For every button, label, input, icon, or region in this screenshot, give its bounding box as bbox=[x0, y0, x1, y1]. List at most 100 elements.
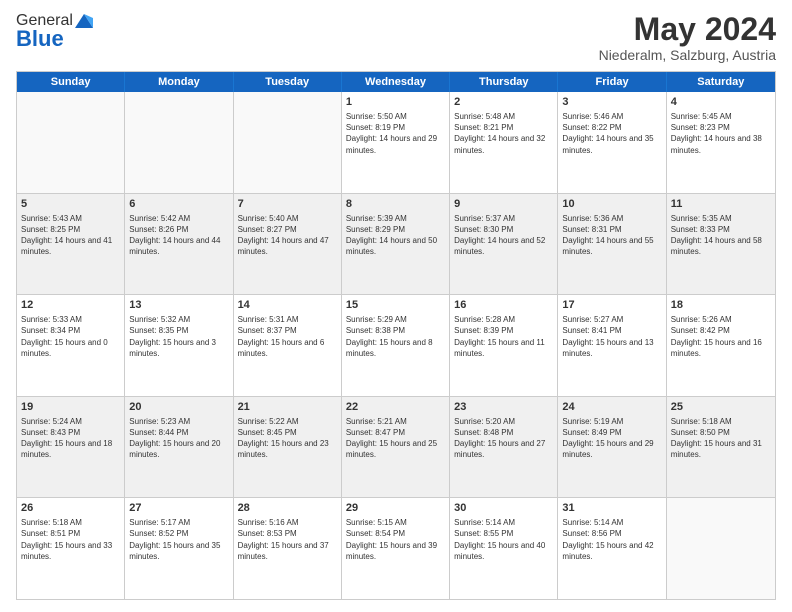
month-title: May 2024 bbox=[599, 12, 776, 47]
cell-info: Sunrise: 5:45 AMSunset: 8:23 PMDaylight:… bbox=[671, 111, 771, 156]
cell-info: Sunrise: 5:21 AMSunset: 8:47 PMDaylight:… bbox=[346, 416, 445, 461]
day-header-wednesday: Wednesday bbox=[342, 72, 450, 92]
calendar-cell: 4Sunrise: 5:45 AMSunset: 8:23 PMDaylight… bbox=[667, 92, 775, 193]
calendar-row: 12Sunrise: 5:33 AMSunset: 8:34 PMDayligh… bbox=[17, 294, 775, 396]
calendar-cell: 28Sunrise: 5:16 AMSunset: 8:53 PMDayligh… bbox=[234, 498, 342, 599]
cell-info: Sunrise: 5:35 AMSunset: 8:33 PMDaylight:… bbox=[671, 213, 771, 258]
cell-info: Sunrise: 5:46 AMSunset: 8:22 PMDaylight:… bbox=[562, 111, 661, 156]
cell-info: Sunrise: 5:36 AMSunset: 8:31 PMDaylight:… bbox=[562, 213, 661, 258]
calendar-row: 26Sunrise: 5:18 AMSunset: 8:51 PMDayligh… bbox=[17, 497, 775, 599]
day-number: 28 bbox=[238, 501, 337, 516]
cell-info: Sunrise: 5:48 AMSunset: 8:21 PMDaylight:… bbox=[454, 111, 553, 156]
calendar-cell: 2Sunrise: 5:48 AMSunset: 8:21 PMDaylight… bbox=[450, 92, 558, 193]
cell-info: Sunrise: 5:29 AMSunset: 8:38 PMDaylight:… bbox=[346, 314, 445, 359]
day-header-friday: Friday bbox=[558, 72, 666, 92]
calendar-cell bbox=[234, 92, 342, 193]
calendar-cell: 16Sunrise: 5:28 AMSunset: 8:39 PMDayligh… bbox=[450, 295, 558, 396]
calendar-cell: 22Sunrise: 5:21 AMSunset: 8:47 PMDayligh… bbox=[342, 397, 450, 498]
cell-info: Sunrise: 5:33 AMSunset: 8:34 PMDaylight:… bbox=[21, 314, 120, 359]
cell-info: Sunrise: 5:18 AMSunset: 8:50 PMDaylight:… bbox=[671, 416, 771, 461]
day-number: 18 bbox=[671, 298, 771, 313]
page: General Blue May 2024 Niederalm, Salzbur… bbox=[0, 0, 792, 612]
cell-info: Sunrise: 5:24 AMSunset: 8:43 PMDaylight:… bbox=[21, 416, 120, 461]
header: General Blue May 2024 Niederalm, Salzbur… bbox=[16, 12, 776, 63]
calendar-cell: 25Sunrise: 5:18 AMSunset: 8:50 PMDayligh… bbox=[667, 397, 775, 498]
day-number: 25 bbox=[671, 400, 771, 415]
calendar-header: SundayMondayTuesdayWednesdayThursdayFrid… bbox=[17, 72, 775, 92]
calendar-cell: 29Sunrise: 5:15 AMSunset: 8:54 PMDayligh… bbox=[342, 498, 450, 599]
cell-info: Sunrise: 5:26 AMSunset: 8:42 PMDaylight:… bbox=[671, 314, 771, 359]
location: Niederalm, Salzburg, Austria bbox=[599, 47, 776, 63]
day-number: 24 bbox=[562, 400, 661, 415]
calendar-cell: 31Sunrise: 5:14 AMSunset: 8:56 PMDayligh… bbox=[558, 498, 666, 599]
day-number: 31 bbox=[562, 501, 661, 516]
calendar-cell: 8Sunrise: 5:39 AMSunset: 8:29 PMDaylight… bbox=[342, 194, 450, 295]
cell-info: Sunrise: 5:37 AMSunset: 8:30 PMDaylight:… bbox=[454, 213, 553, 258]
day-number: 14 bbox=[238, 298, 337, 313]
calendar-cell: 10Sunrise: 5:36 AMSunset: 8:31 PMDayligh… bbox=[558, 194, 666, 295]
calendar-cell: 30Sunrise: 5:14 AMSunset: 8:55 PMDayligh… bbox=[450, 498, 558, 599]
logo-blue-text: Blue bbox=[16, 26, 64, 52]
day-number: 1 bbox=[346, 95, 445, 110]
day-number: 26 bbox=[21, 501, 120, 516]
calendar-body: 1Sunrise: 5:50 AMSunset: 8:19 PMDaylight… bbox=[17, 92, 775, 599]
calendar-cell: 27Sunrise: 5:17 AMSunset: 8:52 PMDayligh… bbox=[125, 498, 233, 599]
day-header-tuesday: Tuesday bbox=[234, 72, 342, 92]
calendar-cell: 13Sunrise: 5:32 AMSunset: 8:35 PMDayligh… bbox=[125, 295, 233, 396]
cell-info: Sunrise: 5:28 AMSunset: 8:39 PMDaylight:… bbox=[454, 314, 553, 359]
calendar-cell: 17Sunrise: 5:27 AMSunset: 8:41 PMDayligh… bbox=[558, 295, 666, 396]
cell-info: Sunrise: 5:17 AMSunset: 8:52 PMDaylight:… bbox=[129, 517, 228, 562]
day-number: 29 bbox=[346, 501, 445, 516]
day-number: 23 bbox=[454, 400, 553, 415]
day-number: 16 bbox=[454, 298, 553, 313]
title-block: May 2024 Niederalm, Salzburg, Austria bbox=[599, 12, 776, 63]
calendar-cell: 1Sunrise: 5:50 AMSunset: 8:19 PMDaylight… bbox=[342, 92, 450, 193]
cell-info: Sunrise: 5:14 AMSunset: 8:55 PMDaylight:… bbox=[454, 517, 553, 562]
cell-info: Sunrise: 5:43 AMSunset: 8:25 PMDaylight:… bbox=[21, 213, 120, 258]
day-header-saturday: Saturday bbox=[667, 72, 775, 92]
calendar-cell: 14Sunrise: 5:31 AMSunset: 8:37 PMDayligh… bbox=[234, 295, 342, 396]
day-number: 5 bbox=[21, 197, 120, 212]
calendar-row: 19Sunrise: 5:24 AMSunset: 8:43 PMDayligh… bbox=[17, 396, 775, 498]
calendar-cell: 15Sunrise: 5:29 AMSunset: 8:38 PMDayligh… bbox=[342, 295, 450, 396]
cell-info: Sunrise: 5:39 AMSunset: 8:29 PMDaylight:… bbox=[346, 213, 445, 258]
logo: General Blue bbox=[16, 12, 93, 52]
day-number: 4 bbox=[671, 95, 771, 110]
calendar-cell: 11Sunrise: 5:35 AMSunset: 8:33 PMDayligh… bbox=[667, 194, 775, 295]
day-number: 2 bbox=[454, 95, 553, 110]
calendar-cell: 21Sunrise: 5:22 AMSunset: 8:45 PMDayligh… bbox=[234, 397, 342, 498]
day-number: 15 bbox=[346, 298, 445, 313]
day-number: 21 bbox=[238, 400, 337, 415]
calendar-cell bbox=[125, 92, 233, 193]
calendar-cell: 9Sunrise: 5:37 AMSunset: 8:30 PMDaylight… bbox=[450, 194, 558, 295]
calendar-cell: 3Sunrise: 5:46 AMSunset: 8:22 PMDaylight… bbox=[558, 92, 666, 193]
calendar-cell: 20Sunrise: 5:23 AMSunset: 8:44 PMDayligh… bbox=[125, 397, 233, 498]
cell-info: Sunrise: 5:15 AMSunset: 8:54 PMDaylight:… bbox=[346, 517, 445, 562]
calendar-cell: 24Sunrise: 5:19 AMSunset: 8:49 PMDayligh… bbox=[558, 397, 666, 498]
calendar-cell: 5Sunrise: 5:43 AMSunset: 8:25 PMDaylight… bbox=[17, 194, 125, 295]
day-number: 8 bbox=[346, 197, 445, 212]
calendar: SundayMondayTuesdayWednesdayThursdayFrid… bbox=[16, 71, 776, 600]
day-number: 3 bbox=[562, 95, 661, 110]
calendar-cell: 19Sunrise: 5:24 AMSunset: 8:43 PMDayligh… bbox=[17, 397, 125, 498]
cell-info: Sunrise: 5:22 AMSunset: 8:45 PMDaylight:… bbox=[238, 416, 337, 461]
calendar-row: 5Sunrise: 5:43 AMSunset: 8:25 PMDaylight… bbox=[17, 193, 775, 295]
calendar-cell: 18Sunrise: 5:26 AMSunset: 8:42 PMDayligh… bbox=[667, 295, 775, 396]
calendar-cell: 12Sunrise: 5:33 AMSunset: 8:34 PMDayligh… bbox=[17, 295, 125, 396]
logo-icon bbox=[75, 14, 93, 28]
cell-info: Sunrise: 5:14 AMSunset: 8:56 PMDaylight:… bbox=[562, 517, 661, 562]
calendar-row: 1Sunrise: 5:50 AMSunset: 8:19 PMDaylight… bbox=[17, 92, 775, 193]
day-number: 10 bbox=[562, 197, 661, 212]
calendar-cell bbox=[667, 498, 775, 599]
day-number: 6 bbox=[129, 197, 228, 212]
cell-info: Sunrise: 5:16 AMSunset: 8:53 PMDaylight:… bbox=[238, 517, 337, 562]
calendar-cell: 23Sunrise: 5:20 AMSunset: 8:48 PMDayligh… bbox=[450, 397, 558, 498]
day-number: 20 bbox=[129, 400, 228, 415]
day-number: 12 bbox=[21, 298, 120, 313]
day-number: 9 bbox=[454, 197, 553, 212]
calendar-cell: 6Sunrise: 5:42 AMSunset: 8:26 PMDaylight… bbox=[125, 194, 233, 295]
day-number: 17 bbox=[562, 298, 661, 313]
day-number: 22 bbox=[346, 400, 445, 415]
cell-info: Sunrise: 5:27 AMSunset: 8:41 PMDaylight:… bbox=[562, 314, 661, 359]
day-header-thursday: Thursday bbox=[450, 72, 558, 92]
